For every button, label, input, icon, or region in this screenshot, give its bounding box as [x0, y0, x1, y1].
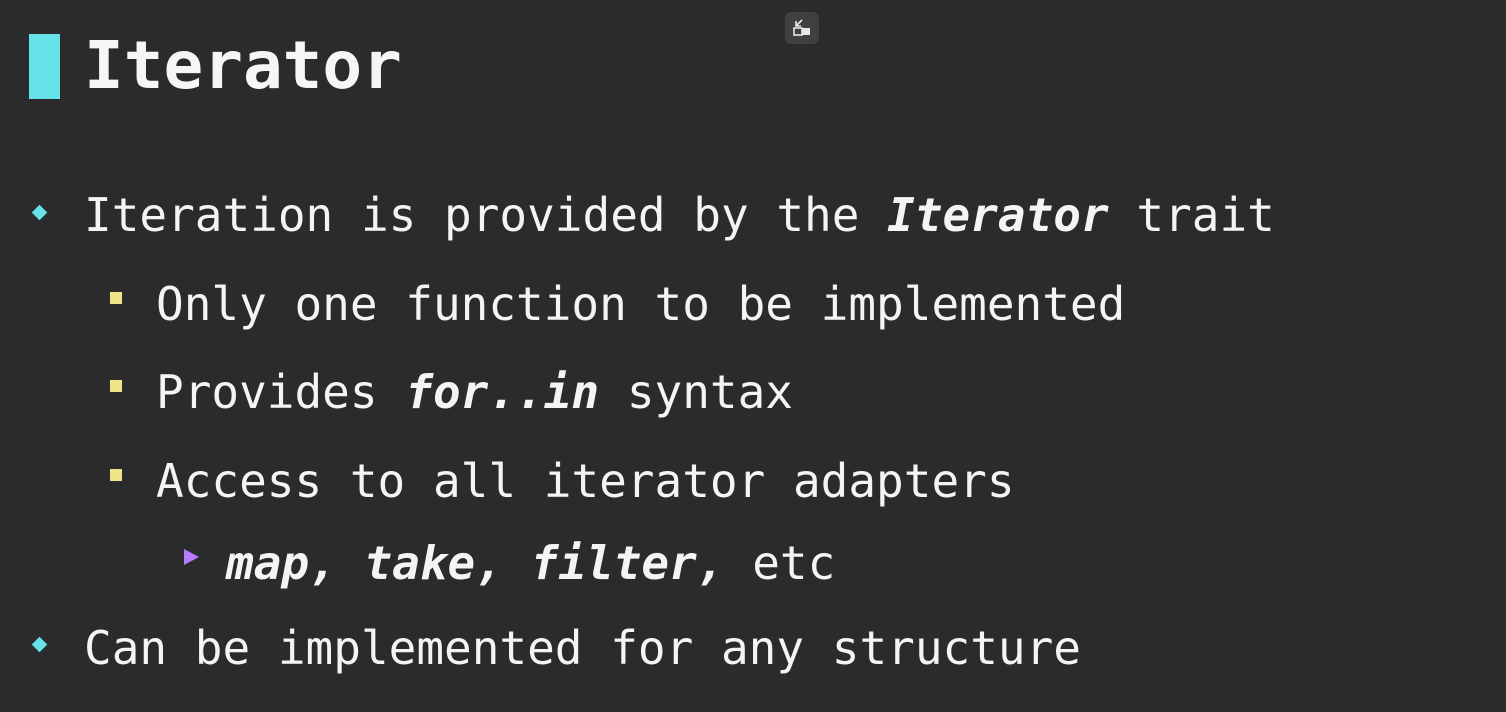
bullet-text: etc [724, 536, 836, 590]
bullet-point-1: Iteration is provided by the Iterator tr… [84, 192, 1275, 238]
bullet-text: trait [1108, 188, 1275, 242]
bullet-text: Only one function to be implemented [156, 277, 1126, 331]
bullet-text: Iteration is provided by the [84, 188, 888, 242]
emphasis-text: map, take, filter, [226, 536, 725, 590]
triangle-bullet-icon [184, 549, 199, 565]
restore-window-button[interactable] [785, 12, 819, 44]
bullet-text: Access to all iterator adapters [156, 454, 1015, 508]
presentation-slide: Iterator Iteration is provided by the It… [0, 0, 1506, 712]
bullet-point-6: Can be implemented for any structure [84, 625, 1081, 671]
diamond-bullet-icon [31, 204, 48, 221]
bullet-point-5: map, take, filter, etc [226, 540, 835, 586]
slide-title: Iterator [84, 27, 402, 104]
restore-window-icon [793, 19, 810, 36]
bullet-point-4: Access to all iterator adapters [156, 458, 1015, 504]
bullet-point-3: Provides for..in syntax [156, 369, 793, 415]
square-bullet-icon [110, 292, 122, 304]
bullet-point-2: Only one function to be implemented [156, 281, 1125, 327]
emphasis-text: Iterator [887, 188, 1109, 242]
square-bullet-icon [110, 469, 122, 481]
diamond-bullet-icon [31, 636, 48, 653]
square-bullet-icon [110, 380, 122, 392]
bullet-text: Provides [156, 365, 406, 419]
bullet-text: Can be implemented for any structure [84, 621, 1081, 675]
emphasis-text: for..in [405, 365, 600, 419]
title-accent-bar [29, 34, 60, 99]
bullet-text: syntax [599, 365, 793, 419]
